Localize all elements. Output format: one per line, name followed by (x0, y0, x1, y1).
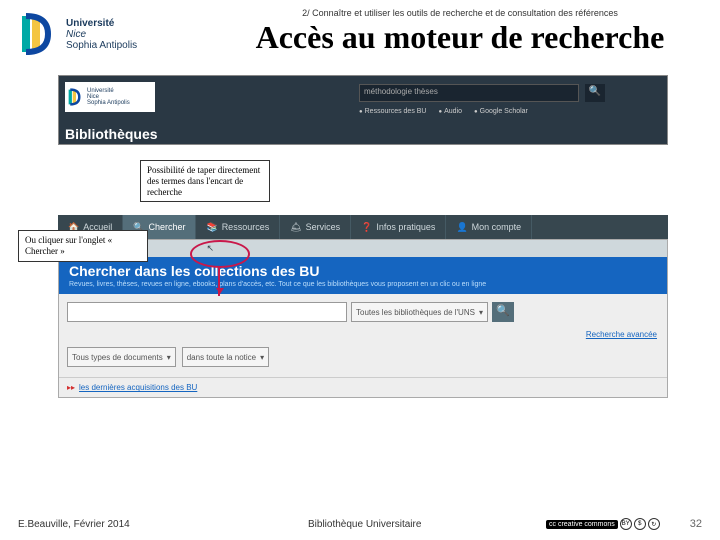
callout-chercher-tab: Ou cliquer sur l'onglet « Chercher » (18, 230, 148, 262)
tab-infos[interactable]: ❓Infos pratiques (351, 215, 446, 239)
recent-acquisitions-link[interactable]: ▸▸ les dernières acquisitions des BU (59, 377, 667, 397)
book-icon: 📚 (206, 222, 217, 233)
logo-line3: Sophia Antipolis (66, 40, 137, 51)
cc-license: cccreative commons BY $ ↻ (546, 518, 660, 530)
section-breadcrumb: 2/ Connaître et utiliser les outils de r… (218, 8, 702, 18)
header-tab-scholar[interactable]: Google Scholar (474, 108, 528, 115)
page-number: 32 (690, 518, 702, 530)
tab-compte[interactable]: 👤Mon compte (446, 215, 532, 239)
main-nav: 🏠Accueil 🔍Chercher 📚Ressources 🛎Services… (58, 215, 668, 239)
bibliotheques-label: Bibliothèques (65, 126, 158, 142)
tab-services[interactable]: 🛎Services (280, 215, 351, 239)
slide-footer: E.Beauville, Février 2014 Bibliothèque U… (0, 518, 720, 530)
arrow-down-icon (218, 268, 220, 296)
advanced-search-link[interactable]: Recherche avancée (59, 330, 667, 343)
field-dropdown[interactable]: dans toute la notice (182, 347, 269, 367)
user-icon: 👤 (456, 222, 467, 233)
chevron-right-icon: ▸▸ (67, 383, 75, 392)
go-button[interactable]: 🔍 (492, 302, 514, 322)
scope-dropdown[interactable]: Toutes les bibliothèques de l'UNS (351, 302, 488, 322)
cc-sa-icon: ↻ (648, 518, 660, 530)
search-subtext: Revues, livres, thèses, revues en ligne,… (69, 281, 657, 288)
callout-search-box: Possibilité de taper directement des ter… (140, 160, 270, 202)
bell-icon: 🛎 (290, 222, 301, 233)
university-logo: Université Nice Sophia Antipolis (18, 12, 137, 56)
footer-org: Bibliothèque Universitaire (308, 519, 546, 530)
cc-by-icon: BY (620, 518, 632, 530)
doc-type-dropdown[interactable]: Tous types de documents (67, 347, 176, 367)
slide-title: Accès au moteur de recherche (218, 20, 702, 55)
logo-line2: Nice (66, 29, 86, 40)
header-search-input[interactable]: méthodologie thèses (359, 84, 579, 102)
main-search-input[interactable] (67, 302, 347, 322)
logo-line1: Université (66, 18, 114, 29)
search-heading: Chercher dans les collections des BU (69, 263, 657, 279)
library-header-screenshot: Université Nice Sophia Antipolis Bibliot… (58, 75, 668, 145)
search-banner: Chercher dans les collections des BU Rev… (59, 257, 667, 294)
header-tab-resources[interactable]: Ressources des BU (359, 108, 426, 115)
highlight-circle (190, 240, 250, 268)
help-icon: ❓ (361, 222, 372, 233)
footer-author: E.Beauville, Février 2014 (18, 519, 198, 530)
search-icon[interactable]: 🔍 (585, 84, 605, 102)
tab-ressources[interactable]: 📚Ressources (196, 215, 280, 239)
search-page-screenshot: Accueil › Chercher ↖ Chercher dans les c… (58, 239, 668, 398)
breadcrumb-bar: Accueil › Chercher ↖ (59, 240, 667, 257)
mini-logo: Université Nice Sophia Antipolis (65, 82, 155, 112)
cc-nc-icon: $ (634, 518, 646, 530)
header-tab-audio[interactable]: Audio (438, 108, 462, 115)
